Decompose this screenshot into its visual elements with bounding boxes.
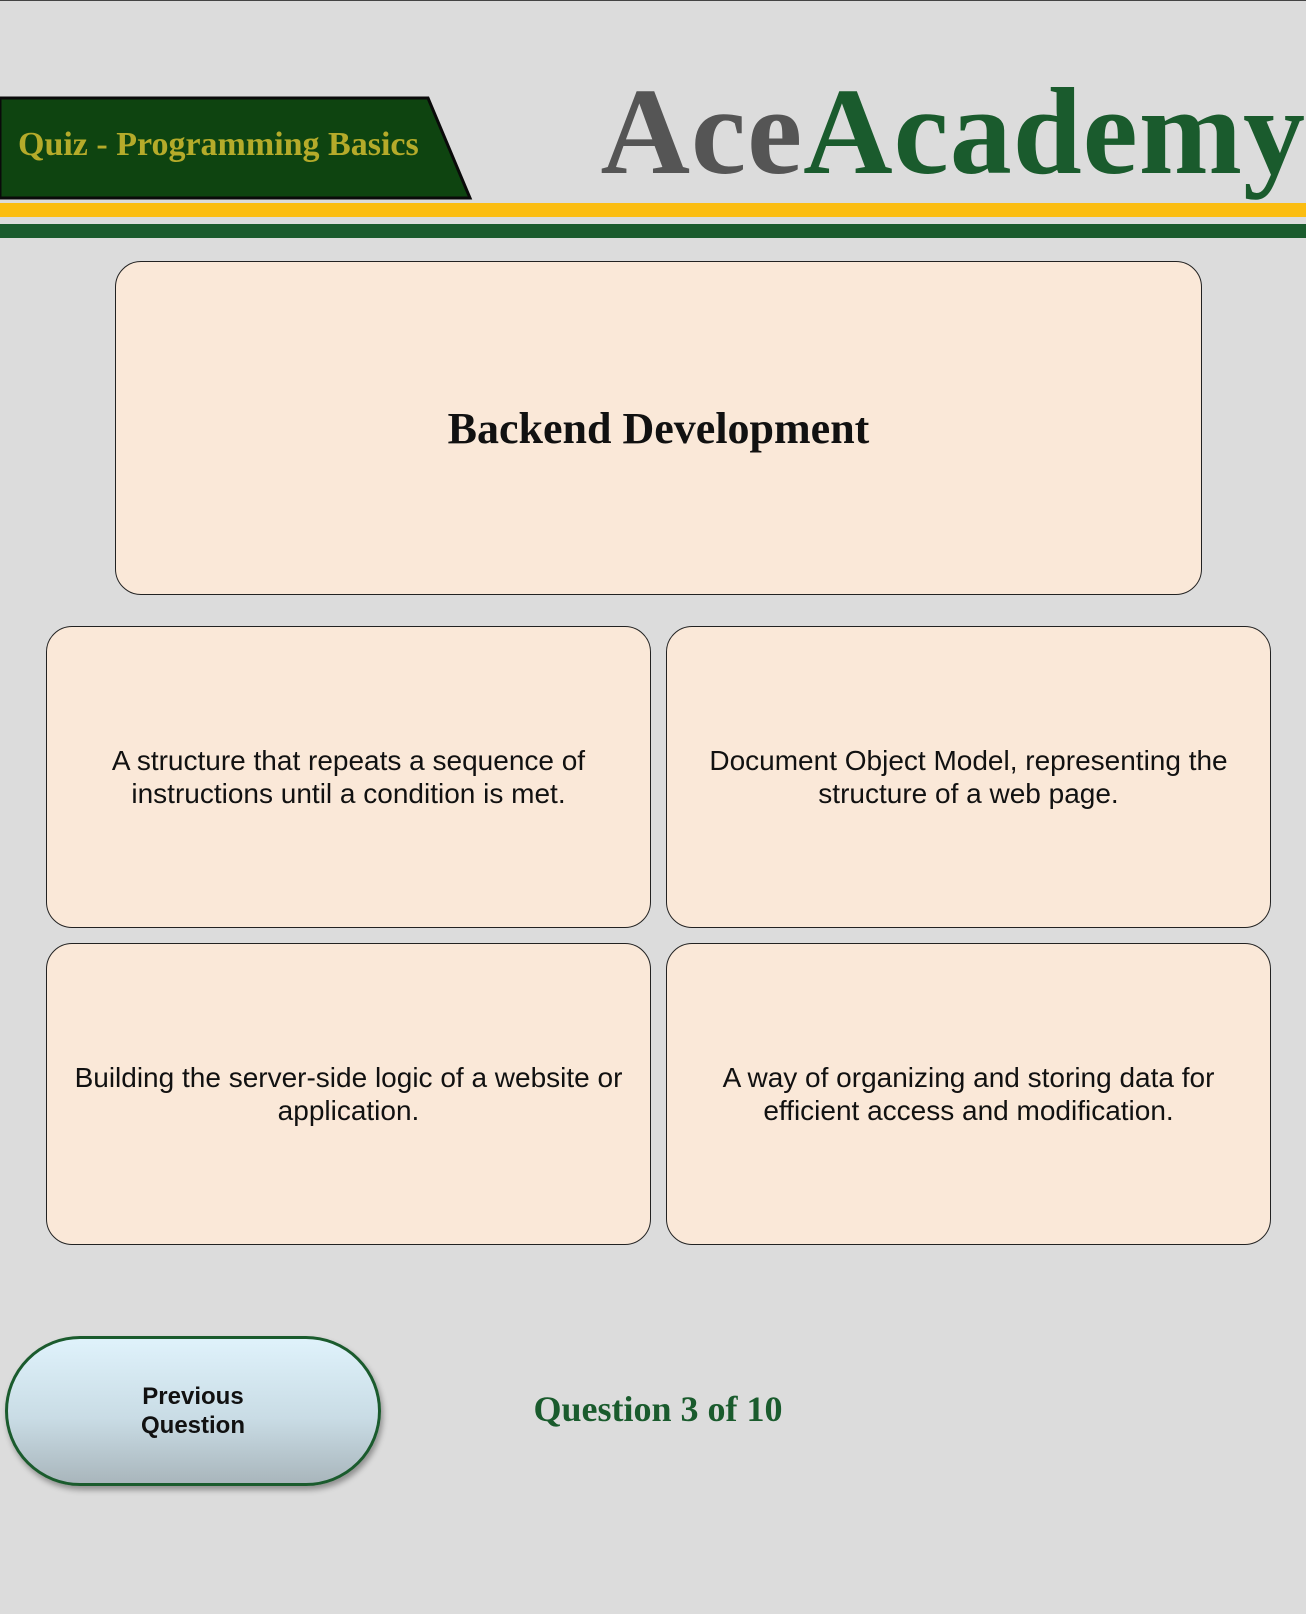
header-stripe-green — [0, 224, 1306, 238]
question-progress: Question 3 of 10 — [533, 1389, 783, 1429]
brand-logo-part-academy: Academy — [803, 63, 1306, 200]
answer-option-text: A structure that repeats a sequence of i… — [111, 745, 586, 809]
brand-logo-part-ace: Ace — [600, 63, 804, 200]
answer-option-1[interactable]: A structure that repeats a sequence of i… — [46, 626, 651, 928]
question-term: Backend Development — [447, 403, 870, 453]
answer-option-2[interactable]: Document Object Model, representing the … — [666, 626, 1271, 928]
previous-question-label: Previous Question — [140, 1383, 245, 1439]
previous-question-button[interactable]: Previous Question — [5, 1336, 381, 1486]
question-card: Backend Development — [115, 261, 1202, 595]
header-stripe-gold — [0, 203, 1306, 217]
brand-logo: AceAcademy — [600, 62, 1306, 202]
quiz-title: Quiz - Programming Basics — [18, 126, 419, 163]
answer-option-text: Document Object Model, representing the … — [709, 745, 1228, 809]
answer-option-text: Building the server-side logic of a webs… — [74, 1062, 623, 1126]
answer-option-4[interactable]: A way of organizing and storing data for… — [666, 943, 1271, 1245]
top-border-line — [0, 0, 1306, 1]
quiz-title-tab: Quiz - Programming Basics — [0, 96, 474, 200]
answer-option-3[interactable]: Building the server-side logic of a webs… — [46, 943, 651, 1245]
answer-option-text: A way of organizing and storing data for… — [722, 1062, 1215, 1126]
